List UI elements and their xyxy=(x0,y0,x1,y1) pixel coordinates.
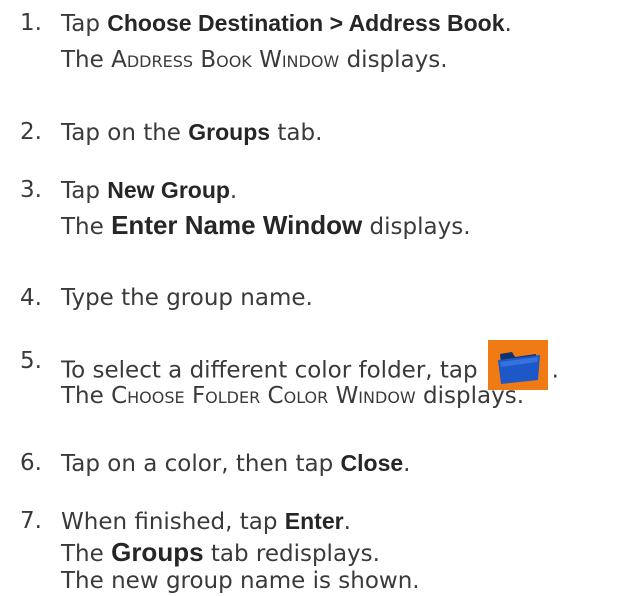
step-instruction: To select a different color folder, tap … xyxy=(61,340,559,390)
instruction-text: . xyxy=(504,11,512,37)
instruction-text: tab. xyxy=(270,120,323,146)
result-text: The xyxy=(61,47,112,73)
instruction-steps: 1. Tap Choose Destination > Address Book… xyxy=(0,0,633,594)
instruction-text: . xyxy=(343,509,351,535)
instruction-text: . xyxy=(403,451,411,477)
step-number: 7. xyxy=(20,508,42,534)
step-instruction: Tap Choose Destination > Address Book. xyxy=(61,8,512,38)
step-instruction: Tap New Group. xyxy=(61,175,237,205)
step-instruction: Tap on the Groups tab. xyxy=(61,117,322,147)
tab-name: Groups xyxy=(188,119,271,145)
step-result: The Address Book Window displays. xyxy=(61,45,448,75)
button-name: Enter xyxy=(284,508,344,534)
result-text: The xyxy=(61,383,112,409)
step-result: The Enter Name Window displays. xyxy=(61,210,471,240)
step-number: 3. xyxy=(20,177,42,203)
step-number: 4. xyxy=(20,285,42,311)
step-number: 1. xyxy=(20,10,42,36)
window-name: Address Book Window xyxy=(111,47,340,73)
result-text: displays. xyxy=(415,383,525,409)
instruction-text: To select a different color folder, tap xyxy=(61,357,478,384)
instruction-text: Tap on the xyxy=(61,120,189,146)
tab-name: Groups xyxy=(111,537,204,567)
instruction-text: Tap xyxy=(61,178,108,204)
step-instruction: Tap on a color, then tap Close. xyxy=(61,448,410,478)
instruction-text: Tap xyxy=(61,11,108,37)
step-result: The new group name is shown. xyxy=(61,568,420,594)
menu-path: Choose Destination > Address Book xyxy=(107,10,505,36)
step-number: 2. xyxy=(20,119,42,145)
instruction-text: . xyxy=(229,178,238,204)
step-instruction: Type the group name. xyxy=(61,285,313,311)
window-name: Enter Name Window xyxy=(111,210,363,240)
step-number: 5. xyxy=(20,348,42,374)
step-result: The Choose Folder Color Window displays. xyxy=(61,381,524,411)
result-text: tab redisplays. xyxy=(203,541,380,567)
button-name: New Group xyxy=(107,177,230,203)
result-text: The xyxy=(61,214,112,240)
step-number: 6. xyxy=(20,450,42,476)
window-name: Choose Folder Color Window xyxy=(111,383,416,409)
instruction-text: When finished, tap xyxy=(61,509,285,535)
result-text: displays. xyxy=(362,214,471,240)
step-result: The Groups tab redisplays. xyxy=(61,537,380,567)
result-text: The xyxy=(61,541,112,567)
step-instruction: When finished, tap Enter. xyxy=(61,506,351,536)
instruction-text: Tap on a color, then tap xyxy=(61,451,341,477)
button-name: Close xyxy=(340,450,404,476)
instruction-text: . xyxy=(551,357,559,384)
result-text: displays. xyxy=(339,47,448,73)
